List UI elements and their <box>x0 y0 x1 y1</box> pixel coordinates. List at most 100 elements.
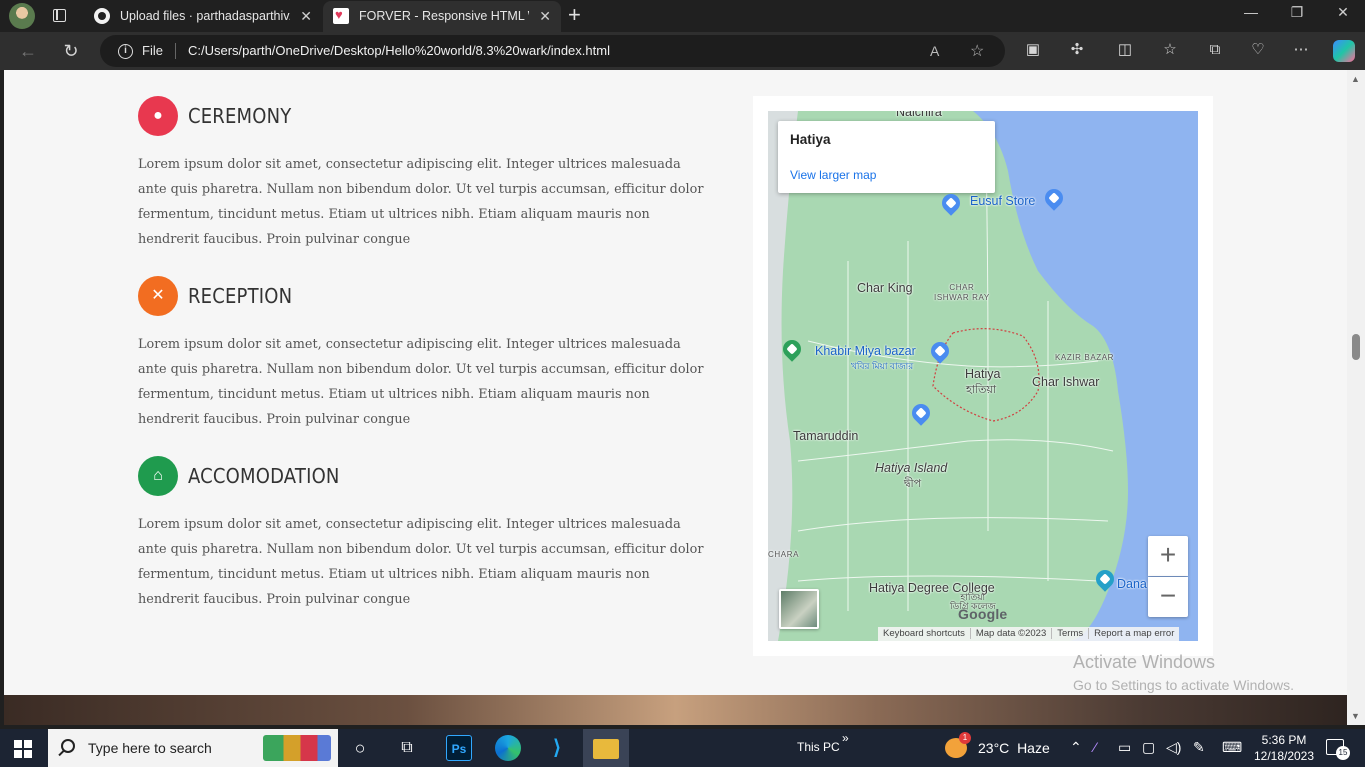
address-bar[interactable]: i File C:/Users/parth/OneDrive/Desktop/H… <box>100 35 1005 67</box>
favorite-star-icon[interactable]: ☆ <box>970 41 984 61</box>
activate-windows-title: Activate Windows <box>1073 652 1216 672</box>
scroll-up-icon[interactable]: ▲ <box>1351 74 1360 84</box>
tab-close-icon[interactable]: ✕ <box>539 1 551 31</box>
copilot-icon[interactable] <box>1333 40 1355 62</box>
power-icon[interactable]: ▭ <box>1118 739 1131 756</box>
minimize-button[interactable]: — <box>1228 4 1274 20</box>
tab-title: FORVER - Responsive HTML Wed <box>359 9 529 23</box>
map-label-eusuf-store[interactable]: Eusuf Store <box>970 194 1035 208</box>
favorites-icon[interactable]: ☆ <box>1161 41 1179 59</box>
github-icon <box>94 8 110 24</box>
map-place-name: Hatiya <box>790 132 831 147</box>
embedded-map[interactable]: Hatiya View larger map Nalchira Eusuf St… <box>768 111 1198 641</box>
map-label-char-ishwar: Char Ishwar <box>1032 375 1100 389</box>
url-text[interactable]: C:/Users/parth/OneDrive/Desktop/Hello%20… <box>188 43 610 58</box>
zoom-in-button[interactable]: + <box>1148 536 1188 576</box>
terms-link[interactable]: Terms <box>1052 628 1090 639</box>
map-label-tamaruddin: Tamaruddin <box>793 429 859 443</box>
event-title: RECEPTION <box>188 284 293 308</box>
map-label-hatiya: Hatiya <box>965 367 1001 381</box>
event-title: ACCOMODATION <box>188 464 340 488</box>
tab-actions-icon[interactable] <box>50 6 70 26</box>
map-label-hatiya-island-bn: দ্বীপ <box>904 478 922 490</box>
system-clock[interactable]: 5:36 PM 12/18/2023 <box>1252 732 1316 764</box>
report-map-error-link[interactable]: Report a map error <box>1089 628 1179 639</box>
event-reception: ✕ RECEPTION Lorem ipsum dolor sit amet, … <box>138 276 708 446</box>
clock-date: 12/18/2023 <box>1253 749 1315 763</box>
pen-icon[interactable]: ✎ <box>1193 739 1205 756</box>
back-button[interactable]: ← <box>15 38 41 64</box>
performance-icon[interactable]: ♡ <box>1249 41 1267 59</box>
vscode-icon[interactable]: ⟩ <box>544 735 570 761</box>
show-hidden-icons[interactable]: ⌃ <box>1070 739 1082 756</box>
weather-widget[interactable]: 23°C Haze <box>978 740 1050 756</box>
tab-forver[interactable]: FORVER - Responsive HTML Wed ✕ <box>323 0 561 32</box>
notification-center-icon[interactable] <box>1326 739 1350 760</box>
map-label-khabir-miya[interactable]: Khabir Miya bazar <box>815 344 916 358</box>
edge-icon[interactable] <box>495 735 521 761</box>
browser-title-bar: Upload files · parthadasparthiv/8 ✕ FORV… <box>0 0 1365 32</box>
clock-time: 5:36 PM <box>1261 733 1307 747</box>
volume-icon[interactable]: ◁) <box>1166 739 1181 756</box>
utensils-icon: ✕ <box>138 276 178 316</box>
map-label-kazir-bazar: KAZIR BAZAR <box>1055 353 1115 362</box>
event-description: Lorem ipsum dolor sit amet, consectetur … <box>138 157 704 247</box>
map-label-char-ishwar-ray: CHAR ISHWAR RAY <box>934 283 990 302</box>
windows-taskbar: Type here to search ○ ⧉ Ps ⟩ This PC » 2… <box>0 729 1365 767</box>
profile-avatar[interactable] <box>9 3 35 29</box>
event-title: CEREMONY <box>188 104 292 128</box>
photoshop-icon[interactable]: Ps <box>446 735 472 761</box>
refresh-button[interactable]: ↻ <box>58 38 84 64</box>
map-data-text: Map data ©2023 <box>970 628 1053 639</box>
keyboard-shortcuts-link[interactable]: Keyboard shortcuts <box>878 628 971 639</box>
map-label-char-king: Char King <box>857 281 913 295</box>
collections-icon[interactable]: ⧉ <box>1206 41 1224 59</box>
map-label-dana[interactable]: Dana <box>1117 577 1147 591</box>
window-close-button[interactable]: ✕ <box>1320 4 1365 21</box>
toolbar-chevron-icon[interactable]: » <box>842 731 849 745</box>
network-icon[interactable]: ▢ <box>1142 739 1155 756</box>
puzzle-icon[interactable]: ✣ <box>1068 41 1086 59</box>
tab-upload-files[interactable]: Upload files · parthadasparthiv/8 ✕ <box>84 1 322 32</box>
url-scheme: File <box>142 43 163 58</box>
new-tab-button[interactable]: + <box>568 2 581 28</box>
weather-icon[interactable] <box>945 732 971 758</box>
tab-title: Upload files · parthadasparthiv/8 <box>120 9 290 23</box>
google-logo: Google <box>958 606 1008 622</box>
scroll-thumb[interactable] <box>1352 334 1360 360</box>
scroll-down-icon[interactable]: ▼ <box>1351 711 1360 721</box>
pen-app-icon[interactable]: ⁄ <box>1094 739 1096 755</box>
windows-start-icon[interactable] <box>14 740 32 758</box>
map-label-nalchira: Nalchira <box>896 111 942 119</box>
view-larger-map-link[interactable]: View larger map <box>790 168 876 182</box>
zoom-out-button[interactable]: − <box>1148 577 1188 617</box>
read-aloud-icon[interactable]: A <box>930 43 939 59</box>
tab-close-icon[interactable]: ✕ <box>300 1 312 31</box>
split-screen-icon[interactable]: ◫ <box>1116 41 1134 59</box>
event-description: Lorem ipsum dolor sit amet, consectetur … <box>138 517 704 607</box>
url-separator <box>175 43 176 59</box>
cortana-icon[interactable]: ○ <box>347 735 373 761</box>
satellite-toggle[interactable] <box>779 589 819 629</box>
activate-windows-subtitle: Go to Settings to activate Windows. <box>1073 677 1294 693</box>
home-icon: ⌂ <box>138 456 178 496</box>
task-view-icon[interactable]: ⧉ <box>394 735 420 761</box>
taskbar-search-box[interactable]: Type here to search <box>48 729 338 767</box>
this-pc-toolbar[interactable]: This PC <box>797 740 840 754</box>
info-icon[interactable]: i <box>118 44 133 59</box>
event-accomodation: ⌂ ACCOMODATION Lorem ipsum dolor sit ame… <box>138 456 708 626</box>
map-card: Hatiya View larger map Nalchira Eusuf St… <box>753 96 1213 656</box>
restore-button[interactable]: ❐ <box>1274 4 1320 21</box>
navigation-bar: ← ↻ i File C:/Users/parth/OneDrive/Deskt… <box>0 32 1365 70</box>
map-attribution: Keyboard shortcuts Map data ©2023 Terms Rep… <box>878 627 1180 641</box>
page-viewport: ● CEREMONY Lorem ipsum dolor sit amet, c… <box>4 70 1347 725</box>
page-scrollbar[interactable]: ▲ ▼ <box>1347 70 1365 725</box>
keyboard-icon[interactable]: ⌨ <box>1222 739 1242 756</box>
map-label-khabir-miya-bn: খবির মিয়া বাজার <box>851 361 914 371</box>
extension-icon[interactable]: ▣ <box>1024 41 1042 59</box>
file-explorer-icon[interactable] <box>593 739 619 759</box>
map-label-chara: CHARA <box>768 550 800 559</box>
heart-favicon-icon <box>333 0 349 30</box>
map-label-hatiya-bn: হাতিয়া <box>966 384 997 396</box>
more-icon[interactable]: ⋯ <box>1292 41 1310 59</box>
